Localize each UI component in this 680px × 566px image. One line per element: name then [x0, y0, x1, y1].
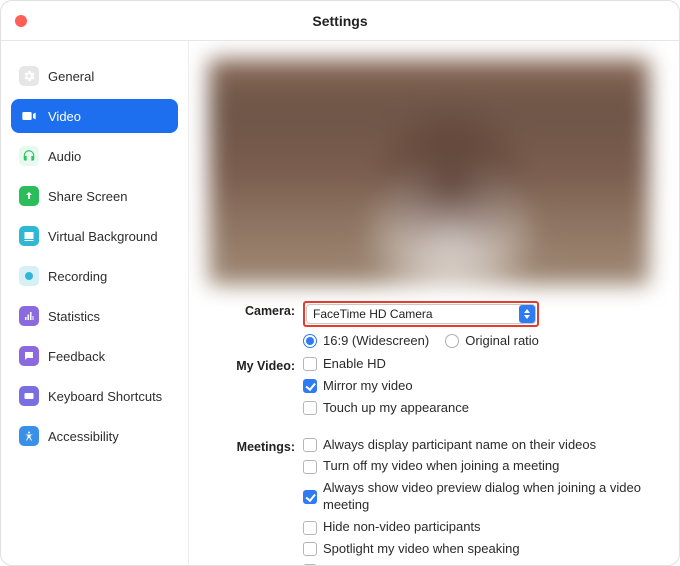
feedback-icon [19, 346, 39, 366]
video-settings-form: Camera: FaceTime HD Camera 16:9 (Widescr… [209, 301, 659, 566]
sidebar-item-label: General [48, 69, 94, 84]
sidebar-item-virtual-background[interactable]: Virtual Background [11, 219, 178, 253]
settings-window: Settings General Video Audio [0, 0, 680, 566]
camera-select-value: FaceTime HD Camera [313, 307, 433, 321]
sidebar-item-video[interactable]: Video [11, 99, 178, 133]
checkbox-icon [303, 401, 317, 415]
video-preview [209, 59, 649, 285]
dropdown-stepper-icon [519, 305, 535, 323]
video-icon [19, 106, 39, 126]
headphones-icon [19, 146, 39, 166]
sidebar: General Video Audio Share Screen [1, 41, 189, 566]
sidebar-item-label: Feedback [48, 349, 105, 364]
titlebar: Settings [1, 1, 679, 41]
sidebar-item-keyboard-shortcuts[interactable]: Keyboard Shortcuts [11, 379, 178, 413]
aspect-169-radio[interactable]: 16:9 (Widescreen) [303, 333, 429, 350]
checkbox-icon [303, 460, 317, 474]
body: General Video Audio Share Screen [1, 41, 679, 566]
radio-icon [445, 334, 459, 348]
sidebar-item-recording[interactable]: Recording [11, 259, 178, 293]
sidebar-item-audio[interactable]: Audio [11, 139, 178, 173]
spotlight-checkbox[interactable]: Spotlight my video when speaking [303, 541, 659, 558]
meetings-label: Meetings: [209, 437, 295, 566]
sidebar-item-statistics[interactable]: Statistics [11, 299, 178, 333]
camera-label: Camera: [209, 301, 295, 327]
keyboard-icon [19, 386, 39, 406]
hide-nonvideo-checkbox[interactable]: Hide non-video participants [303, 519, 659, 536]
aspect-original-radio[interactable]: Original ratio [445, 333, 539, 350]
camera-select-highlight: FaceTime HD Camera [303, 301, 539, 327]
sidebar-item-label: Virtual Background [48, 229, 158, 244]
turn-off-video-checkbox[interactable]: Turn off my video when joining a meeting [303, 458, 659, 475]
sidebar-item-general[interactable]: General [11, 59, 178, 93]
touchup-checkbox[interactable]: Touch up my appearance [303, 400, 659, 417]
sidebar-item-label: Video [48, 109, 81, 124]
show-preview-checkbox[interactable]: Always show video preview dialog when jo… [303, 480, 659, 514]
checkbox-label: Turn off my video when joining a meeting [323, 458, 559, 475]
stats-icon [19, 306, 39, 326]
checkbox-icon [303, 490, 317, 504]
close-icon[interactable] [15, 15, 27, 27]
enable-hd-checkbox[interactable]: Enable HD [303, 356, 659, 373]
checkbox-icon [303, 542, 317, 556]
mirror-video-checkbox[interactable]: Mirror my video [303, 378, 659, 395]
sidebar-item-share-screen[interactable]: Share Screen [11, 179, 178, 213]
record-icon [19, 266, 39, 286]
camera-select[interactable]: FaceTime HD Camera [306, 304, 536, 324]
sidebar-item-label: Keyboard Shortcuts [48, 389, 162, 404]
gear-icon [19, 66, 39, 86]
checkbox-icon [303, 438, 317, 452]
page-title: Settings [312, 13, 367, 29]
sidebar-item-label: Statistics [48, 309, 100, 324]
display-name-checkbox[interactable]: Always display participant name on their… [303, 437, 659, 454]
sidebar-item-feedback[interactable]: Feedback [11, 339, 178, 373]
checkbox-icon [303, 357, 317, 371]
checkbox-label: Spotlight my video when speaking [323, 541, 520, 558]
checkbox-label: Mirror my video [323, 378, 413, 395]
checkbox-label: Touch up my appearance [323, 400, 469, 417]
checkbox-label: Hide non-video participants [323, 519, 481, 536]
checkbox-label: Always display participant name on their… [323, 437, 596, 454]
sidebar-item-accessibility[interactable]: Accessibility [11, 419, 178, 453]
sidebar-item-label: Accessibility [48, 429, 119, 444]
share-screen-icon [19, 186, 39, 206]
radio-icon [303, 334, 317, 348]
checkbox-icon [303, 521, 317, 535]
radio-label: 16:9 (Widescreen) [323, 333, 429, 350]
background-icon [19, 226, 39, 246]
checkbox-label: Always show video preview dialog when jo… [323, 480, 659, 514]
sidebar-item-label: Share Screen [48, 189, 128, 204]
checkbox-icon [303, 379, 317, 393]
sidebar-item-label: Recording [48, 269, 107, 284]
content: Camera: FaceTime HD Camera 16:9 (Widescr… [189, 41, 679, 566]
accessibility-icon [19, 426, 39, 446]
radio-label: Original ratio [465, 333, 539, 350]
checkbox-label: Enable HD [323, 356, 386, 373]
myvideo-label: My Video: [209, 356, 295, 417]
window-controls [15, 15, 27, 27]
sidebar-item-label: Audio [48, 149, 81, 164]
